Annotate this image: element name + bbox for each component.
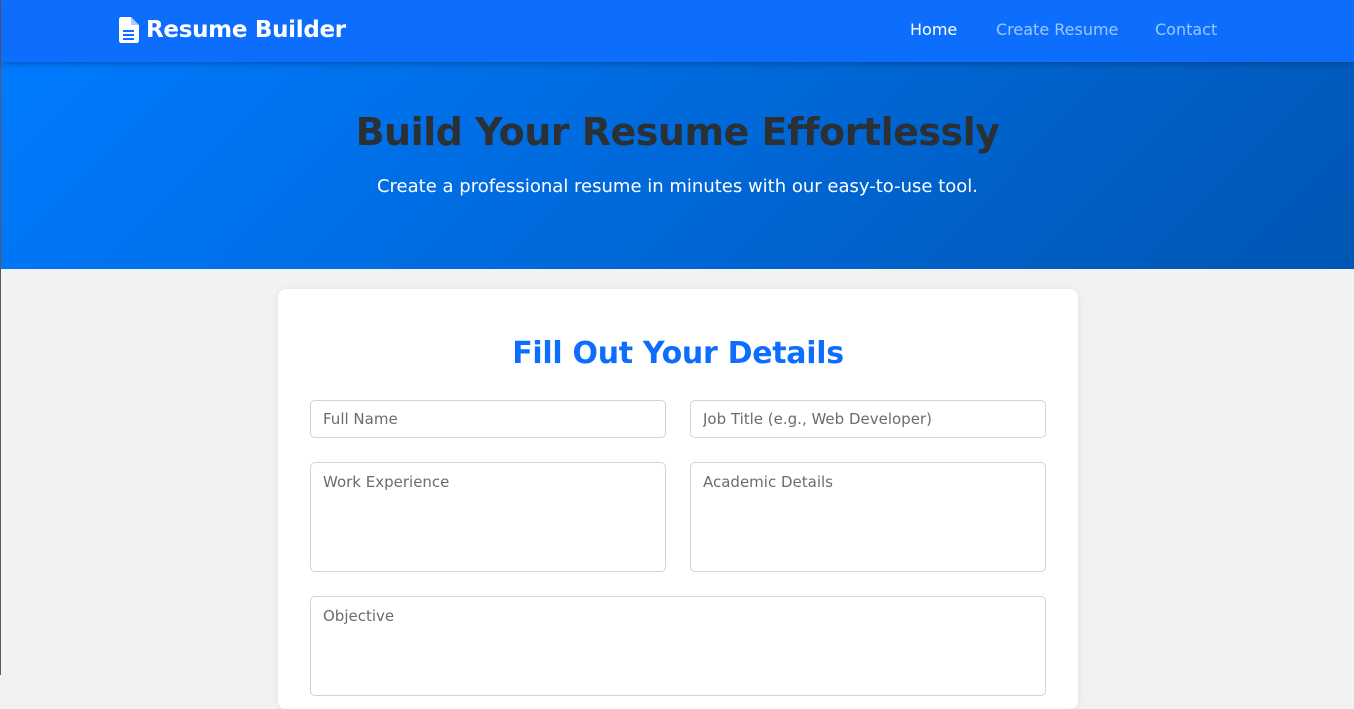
resume-form-card: Fill Out Your Details (278, 289, 1078, 709)
nav-link-create-resume[interactable]: Create Resume (996, 19, 1118, 41)
hero-title: Build Your Resume Effortlessly (355, 110, 1000, 154)
navbar: Resume Builder Home Create Resume Contac… (1, 0, 1354, 62)
objective-textarea[interactable] (310, 596, 1046, 696)
full-name-input[interactable] (310, 400, 666, 438)
hero-section: Build Your Resume Effortlessly Create a … (1, 62, 1354, 269)
hero-subtitle: Create a professional resume in minutes … (376, 176, 979, 197)
file-document-icon (119, 17, 139, 43)
brand-name: Resume Builder (146, 17, 346, 43)
work-experience-textarea[interactable] (310, 462, 666, 572)
brand-logo[interactable]: Resume Builder (119, 14, 346, 46)
nav-link-contact[interactable]: Contact (1155, 19, 1217, 41)
academic-details-textarea[interactable] (690, 462, 1046, 572)
nav-link-home[interactable]: Home (910, 19, 957, 41)
job-title-input[interactable] (690, 400, 1046, 438)
form-title: Fill Out Your Details (512, 336, 844, 371)
